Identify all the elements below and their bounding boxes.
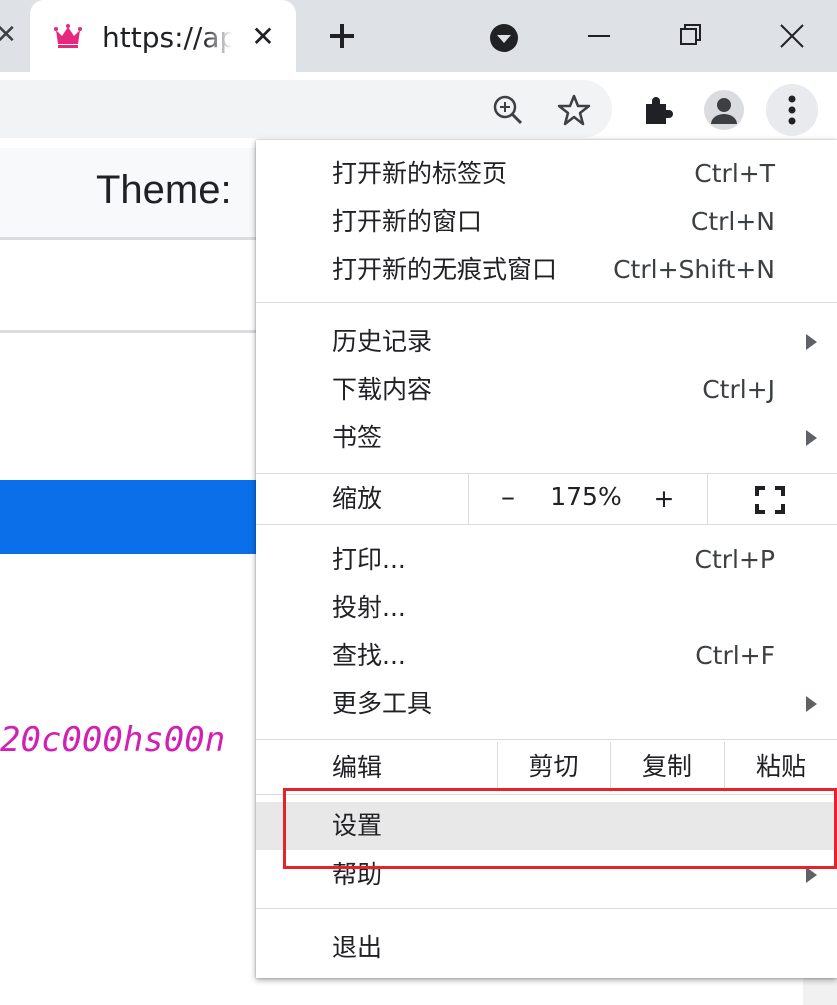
new-tab-plus-icon[interactable]: [322, 16, 362, 56]
submenu-arrow-icon: [806, 334, 817, 350]
menu-zoom-row: 缩放 – 175% +: [256, 474, 837, 524]
menu-item-exit[interactable]: 退出: [256, 924, 837, 972]
menu-item-new-incognito-window[interactable]: 打开新的无痕式窗口 Ctrl+Shift+N: [256, 246, 837, 294]
menu-item-history[interactable]: 历史记录: [256, 318, 837, 366]
previous-tab-close-icon[interactable]: ✕: [0, 18, 18, 52]
restore-window-icon[interactable]: [668, 14, 712, 58]
zoom-level: 175%: [550, 482, 622, 511]
menu-item-label: 更多工具: [332, 689, 433, 718]
menu-edit-row: 编辑 剪切 复制 粘贴: [256, 742, 837, 792]
menu-item-label: 打开新的无痕式窗口: [332, 255, 558, 284]
menu-item-print[interactable]: 打印... Ctrl+P: [256, 536, 837, 584]
blue-highlight-bar: [0, 480, 300, 554]
menu-item-label: 退出: [332, 933, 383, 962]
menu-item-downloads[interactable]: 下载内容 Ctrl+J: [256, 366, 837, 414]
active-tab[interactable]: https://api. ✕: [30, 0, 296, 72]
menu-divider: [256, 302, 837, 303]
submenu-arrow-icon: [806, 696, 817, 712]
menu-item-label: 打开新的窗口: [332, 207, 483, 236]
menu-item-label: 查找...: [332, 641, 406, 670]
minimize-icon[interactable]: [577, 14, 621, 58]
fullscreen-icon: [755, 486, 785, 514]
chrome-menu-button[interactable]: [766, 84, 818, 136]
theme-label: Theme:: [96, 168, 232, 212]
menu-item-shortcut: Ctrl+F: [695, 641, 775, 670]
tab-close-icon[interactable]: ✕: [246, 20, 280, 54]
bookmark-star-icon[interactable]: [556, 92, 592, 128]
close-window-icon[interactable]: [770, 14, 814, 58]
menu-item-label: 历史记录: [332, 327, 433, 356]
menu-item-label: 下载内容: [332, 375, 433, 404]
copy-button[interactable]: 复制: [611, 742, 723, 792]
tab-title: https://api.: [102, 21, 232, 54]
zoom-label: 缩放: [332, 484, 383, 513]
menu-divider: [256, 908, 837, 909]
paste-button[interactable]: 粘贴: [725, 742, 837, 792]
menu-item-label: 打印...: [332, 545, 406, 574]
tab-strip: ✕ https://api. ✕: [0, 0, 837, 72]
submenu-arrow-icon: [806, 867, 817, 883]
menu-item-shortcut: Ctrl+T: [694, 159, 775, 188]
kebab-menu-icon: [788, 95, 796, 125]
menu-item-shortcut: Ctrl+J: [702, 375, 775, 404]
menu-item-find[interactable]: 查找... Ctrl+F: [256, 632, 837, 680]
profile-avatar-icon[interactable]: [704, 90, 744, 130]
annotation-highlight-box: [283, 788, 837, 869]
menu-item-label: 投射...: [332, 593, 406, 622]
submenu-arrow-icon: [806, 430, 817, 446]
menu-item-label: 书签: [332, 423, 383, 452]
zoom-in-button[interactable]: +: [626, 474, 702, 524]
menu-item-new-tab[interactable]: 打开新的标签页 Ctrl+T: [256, 150, 837, 198]
menu-item-new-window[interactable]: 打开新的窗口 Ctrl+N: [256, 198, 837, 246]
menu-item-label: 打开新的标签页: [332, 159, 508, 188]
cut-button[interactable]: 剪切: [498, 742, 609, 792]
menu-item-shortcut: Ctrl+P: [694, 545, 775, 574]
edit-label: 编辑: [332, 753, 383, 782]
zoom-out-button[interactable]: –: [470, 474, 546, 524]
tab-search-icon[interactable]: [488, 22, 520, 54]
menu-divider: [256, 739, 837, 740]
crown-favicon-icon: [54, 24, 82, 48]
menu-item-shortcut: Ctrl+N: [690, 207, 775, 236]
menu-divider: [256, 524, 837, 525]
code-text: 20c000hs00n: [0, 720, 226, 760]
zoom-icon[interactable]: [490, 92, 526, 128]
menu-item-shortcut: Ctrl+Shift+N: [613, 255, 775, 284]
menu-item-cast[interactable]: 投射...: [256, 584, 837, 632]
menu-divider: [468, 474, 469, 524]
extensions-puzzle-icon[interactable]: [640, 92, 676, 128]
menu-item-bookmarks[interactable]: 书签: [256, 414, 837, 462]
menu-item-more-tools[interactable]: 更多工具: [256, 680, 837, 728]
